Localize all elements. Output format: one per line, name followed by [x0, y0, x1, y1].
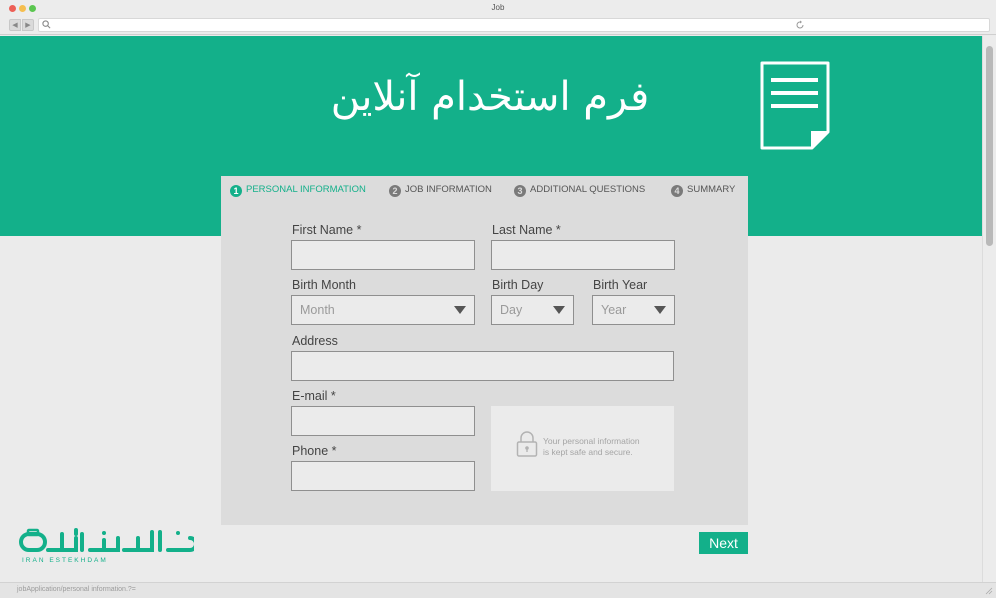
address-bar[interactable] [38, 18, 990, 32]
first-name-input[interactable] [291, 240, 475, 270]
step-indicator: 1 PERSONAL INFORMATION 2 JOB INFORMATION 3… [221, 176, 748, 204]
address-input[interactable] [291, 351, 674, 381]
step-personal-information[interactable]: 1 PERSONAL INFORMATION [230, 184, 366, 197]
birth-month-select[interactable]: Month [291, 295, 475, 325]
step-summary[interactable]: 4 SUMMARY [671, 184, 735, 197]
step-additional-questions[interactable]: 3 ADDITIONAL QUESTIONS [514, 184, 645, 197]
company-logo [19, 528, 194, 552]
forward-button[interactable]: ▶ [22, 19, 34, 31]
document-icon [760, 61, 830, 150]
last-name-input[interactable] [491, 240, 675, 270]
application-form: 1 PERSONAL INFORMATION 2 JOB INFORMATION 3… [221, 176, 748, 525]
address-label: Address [292, 334, 338, 348]
scrollbar-thumb[interactable] [986, 46, 993, 246]
status-url: jobApplication/personal information.?= [17, 586, 136, 593]
first-name-label: First Name * [292, 223, 362, 237]
chevron-down-icon [553, 306, 565, 314]
browser-chrome: Job ◀ ▶ [0, 0, 996, 35]
birth-year-select[interactable]: Year [592, 295, 675, 325]
next-button[interactable]: Next [699, 532, 748, 554]
reload-icon[interactable] [795, 20, 805, 30]
phone-label: Phone * [292, 444, 337, 458]
security-notice: Your personal information is kept safe a… [491, 406, 674, 491]
lock-icon [516, 431, 538, 457]
step-job-information[interactable]: 2 JOB INFORMATION [389, 184, 492, 197]
email-input[interactable] [291, 406, 475, 436]
birth-month-label: Birth Month [292, 278, 356, 292]
back-button[interactable]: ◀ [9, 19, 21, 31]
logo-subtitle: IRAN ESTEKHDAM [22, 557, 108, 564]
chevron-down-icon [654, 306, 666, 314]
vertical-scrollbar[interactable] [982, 36, 996, 582]
birth-month-placeholder: Month [300, 303, 335, 317]
birth-day-placeholder: Day [500, 303, 523, 317]
status-bar: jobApplication/personal information.?= [0, 582, 996, 598]
phone-input[interactable] [291, 461, 475, 491]
chevron-down-icon [454, 306, 466, 314]
window-title: Job [491, 3, 505, 12]
last-name-label: Last Name * [492, 223, 561, 237]
birth-year-placeholder: Year [601, 303, 627, 317]
search-icon [42, 20, 51, 29]
page-title: فرم استخدام آنلاین [330, 74, 650, 120]
birth-day-select[interactable]: Day [491, 295, 574, 325]
birth-day-label: Birth Day [492, 278, 544, 292]
birth-year-label: Birth Year [593, 278, 648, 292]
email-label: E-mail * [292, 389, 336, 403]
resize-grip-icon[interactable] [985, 587, 993, 595]
security-text: Your personal information is kept safe a… [543, 436, 640, 457]
